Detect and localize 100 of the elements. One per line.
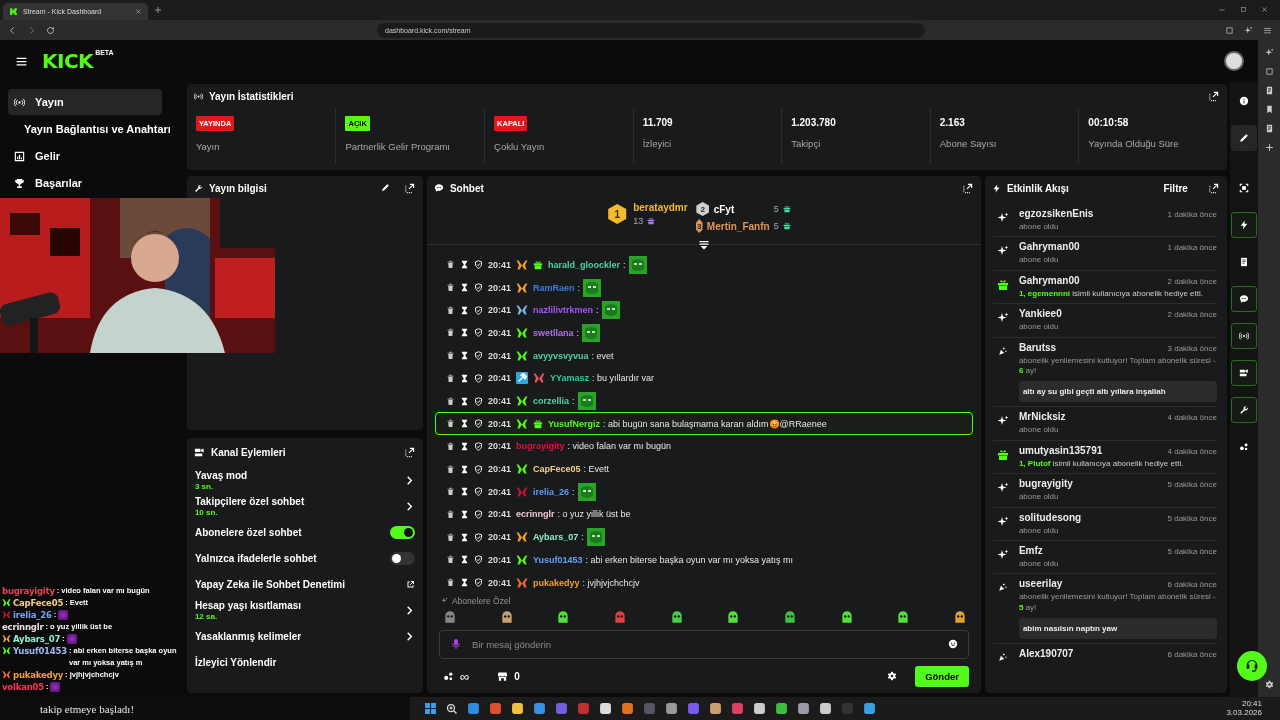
timeout-icon[interactable] (459, 351, 469, 361)
ban-icon[interactable] (473, 419, 483, 429)
emote-icon[interactable] (896, 609, 911, 624)
timeout-icon[interactable] (459, 532, 469, 542)
ban-icon[interactable] (473, 578, 483, 588)
timeout-icon[interactable] (459, 283, 469, 293)
app-icon[interactable] (753, 702, 766, 715)
timeout-icon[interactable] (459, 328, 469, 338)
support-button[interactable] (1236, 651, 1267, 681)
chat-username[interactable]: YusufNergiz (547, 418, 600, 429)
timeout-icon[interactable] (459, 396, 469, 406)
pop-out-icon[interactable] (961, 182, 973, 194)
emote-icon[interactable] (556, 609, 571, 624)
edit-toggle[interactable] (1230, 125, 1257, 151)
ban-icon[interactable] (473, 260, 483, 270)
chat-toggle[interactable] (1230, 286, 1257, 312)
avatar[interactable] (1224, 51, 1244, 71)
delete-icon[interactable] (445, 305, 455, 315)
nav-item[interactable]: Gelir (8, 143, 162, 169)
chat-username[interactable]: avyyvsvyvua (532, 350, 589, 361)
timeout-icon[interactable] (459, 305, 469, 315)
ban-icon[interactable] (473, 373, 483, 383)
ban-icon[interactable] (473, 487, 483, 497)
delete-icon[interactable] (445, 487, 455, 497)
lightning-toggle[interactable] (1230, 212, 1257, 238)
chat-username[interactable]: pukakedyy (532, 577, 580, 588)
broadcast-toggle[interactable] (1230, 323, 1257, 349)
edit-icon[interactable] (380, 182, 390, 192)
app-icon[interactable] (819, 702, 832, 715)
new-tab-icon[interactable] (154, 6, 162, 14)
ban-icon[interactable] (473, 555, 483, 565)
delete-icon[interactable] (445, 351, 455, 361)
ban-icon[interactable] (473, 328, 483, 338)
timeout-icon[interactable] (459, 441, 469, 451)
settings-icon[interactable] (887, 671, 898, 682)
delete-icon[interactable] (445, 419, 455, 429)
pop-out-icon[interactable] (1207, 182, 1219, 194)
pop-out-icon[interactable] (1207, 90, 1219, 102)
start-icon[interactable] (424, 702, 437, 715)
chat-username[interactable]: swetllana (532, 327, 574, 338)
timeout-icon[interactable] (459, 487, 469, 497)
app-icon[interactable] (797, 702, 810, 715)
bookmark-icon[interactable] (1264, 105, 1274, 114)
emote-icon[interactable] (669, 609, 684, 624)
channel-actions-toggle[interactable] (1230, 360, 1257, 386)
timeout-icon[interactable] (459, 509, 469, 519)
delete-icon[interactable] (445, 441, 455, 451)
add-icon[interactable] (1264, 143, 1274, 152)
ban-icon[interactable] (473, 464, 483, 474)
timeout-icon[interactable] (459, 260, 469, 270)
delete-icon[interactable] (445, 373, 455, 383)
chat-username[interactable]: RamRaen (532, 282, 575, 293)
window-icon[interactable] (1264, 67, 1274, 76)
emote-icon[interactable] (726, 609, 741, 624)
timeout-icon[interactable] (459, 464, 469, 474)
chat-username[interactable]: CapFece05 (532, 464, 581, 475)
document-icon[interactable] (1264, 124, 1274, 133)
emote-icon[interactable] (952, 609, 967, 624)
microphone-icon[interactable] (449, 638, 462, 651)
ban-icon[interactable] (473, 441, 483, 451)
emote-icon[interactable] (839, 609, 854, 624)
chat-username[interactable]: irelia_26 (532, 486, 569, 497)
app-icon[interactable] (533, 702, 546, 715)
chat-username[interactable]: harald_gloockler (547, 259, 620, 270)
window-icon[interactable] (1225, 25, 1234, 35)
document-icon[interactable] (1264, 86, 1274, 95)
send-button[interactable]: Gönder (915, 665, 969, 687)
maximize-icon[interactable] (1240, 6, 1247, 13)
ban-icon[interactable] (473, 351, 483, 361)
timeout-icon[interactable] (459, 373, 469, 383)
app-icon[interactable] (863, 702, 876, 715)
chat-username[interactable]: nazlilivtrkmen (532, 305, 593, 316)
ban-icon[interactable] (473, 283, 483, 293)
app-icon[interactable] (665, 702, 678, 715)
back-icon[interactable] (8, 25, 17, 35)
chat-username[interactable]: corzellia (532, 396, 569, 407)
ban-icon[interactable] (473, 532, 483, 542)
emote-icon[interactable] (782, 609, 797, 624)
chat-username[interactable]: ecrinnglr (515, 509, 555, 520)
logo[interactable]: KICK (42, 49, 94, 73)
app-icon[interactable] (709, 702, 722, 715)
nav-item[interactable]: Yayın Bağlantısı ve Anahtarı (8, 116, 177, 142)
emote-icon[interactable] (499, 609, 514, 624)
toggle-switch[interactable] (389, 551, 415, 565)
emote-icon[interactable] (442, 609, 457, 624)
app-icon[interactable] (775, 702, 788, 715)
nav-item[interactable]: Başarılar (8, 170, 162, 196)
app-icon[interactable] (511, 702, 524, 715)
delete-icon[interactable] (445, 260, 455, 270)
search-icon[interactable] (446, 702, 458, 715)
app-icon[interactable] (599, 702, 612, 715)
nav-item[interactable]: Yayın (8, 89, 162, 115)
delete-icon[interactable] (445, 509, 455, 519)
chat-username[interactable]: bugrayigity (515, 441, 565, 452)
timeout-icon[interactable] (459, 419, 469, 429)
close-icon[interactable] (135, 8, 142, 15)
delete-icon[interactable] (445, 555, 455, 565)
delete-icon[interactable] (445, 396, 455, 406)
ban-icon[interactable] (473, 396, 483, 406)
app-icon[interactable] (621, 702, 634, 715)
